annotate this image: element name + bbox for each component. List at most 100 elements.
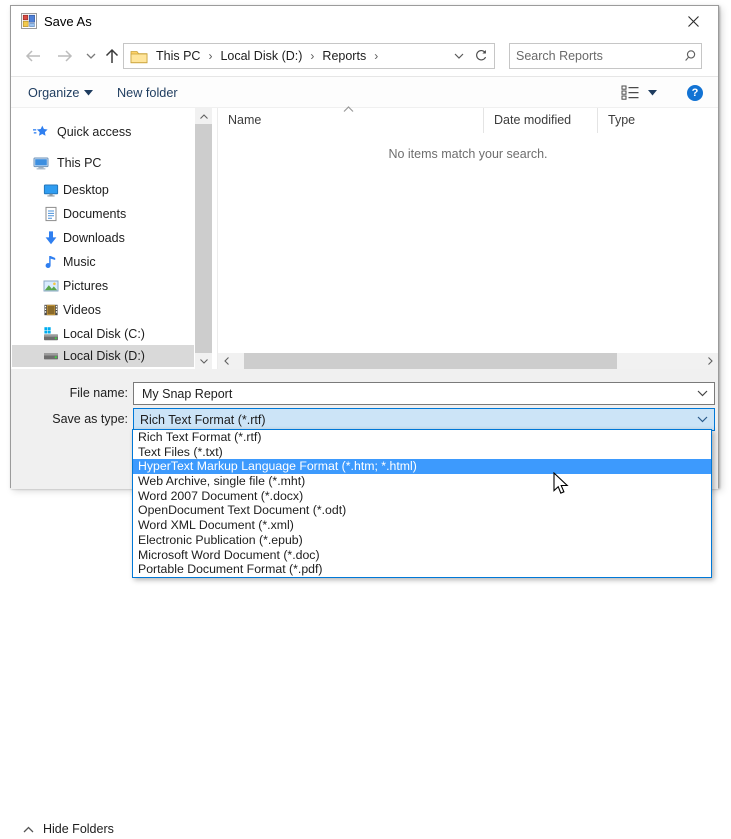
- sidebar-item-music[interactable]: Music: [12, 251, 194, 273]
- file-type-option[interactable]: Text Files (*.txt): [133, 445, 711, 460]
- sidebar-item-label: Desktop: [63, 183, 109, 197]
- breadcrumb-item[interactable]: Local Disk (D:): [218, 49, 304, 63]
- sidebar-item-this-pc[interactable]: This PC: [12, 152, 194, 174]
- search-icon[interactable]: [679, 49, 701, 63]
- sidebar-item-label: Local Disk (C:): [63, 327, 145, 341]
- up-arrow-icon: [105, 48, 119, 63]
- pictures-icon: [43, 278, 59, 294]
- sidebar-item-downloads[interactable]: Downloads: [12, 227, 194, 249]
- new-folder-button[interactable]: New folder: [117, 77, 178, 108]
- file-name-input[interactable]: [140, 385, 697, 402]
- close-button[interactable]: [676, 8, 710, 34]
- chevron-down-icon[interactable]: [697, 416, 708, 423]
- organize-button[interactable]: Organize: [28, 77, 94, 108]
- file-type-option[interactable]: Electronic Publication (*.epub): [133, 533, 711, 548]
- refresh-button[interactable]: [468, 43, 495, 69]
- desktop-icon: [43, 182, 59, 198]
- history-dropdown-button[interactable]: [85, 52, 97, 61]
- column-header-date-modified[interactable]: Date modified: [484, 108, 598, 133]
- breadcrumb-separator[interactable]: ›: [202, 49, 218, 63]
- views-button[interactable]: [621, 77, 640, 108]
- navigation-bar: This PC › Local Disk (D:) › Reports ›: [11, 36, 718, 76]
- sidebar-item-quick-access[interactable]: Quick access: [12, 121, 194, 143]
- breadcrumb-item[interactable]: Reports: [320, 49, 368, 63]
- sidebar-item-label: Downloads: [63, 231, 125, 245]
- quick-access-icon: [33, 124, 49, 140]
- refresh-icon: [476, 50, 487, 61]
- window-title: Save As: [44, 14, 92, 29]
- sidebar-item-documents[interactable]: Documents: [12, 203, 194, 225]
- help-button[interactable]: ?: [687, 77, 703, 108]
- chevron-left-icon: [223, 357, 229, 365]
- new-folder-label: New folder: [117, 85, 178, 100]
- sidebar-item-label: Pictures: [63, 279, 109, 293]
- file-type-option[interactable]: Word 2007 Document (*.docx): [133, 489, 711, 504]
- scroll-left-button[interactable]: [218, 353, 234, 369]
- sidebar-item-label: Local Disk (D:): [63, 349, 145, 363]
- save-as-type-value: Rich Text Format (*.rtf): [140, 412, 266, 427]
- file-name-combobox[interactable]: [133, 382, 715, 405]
- search-input[interactable]: [510, 49, 679, 63]
- address-bar[interactable]: This PC › Local Disk (D:) › Reports ›: [123, 43, 469, 69]
- forward-button[interactable]: [55, 48, 75, 64]
- scrollbar-thumb[interactable]: [195, 124, 212, 353]
- file-type-dropdown: Rich Text Format (*.rtf) Text Files (*.tx…: [132, 429, 712, 578]
- scroll-up-button[interactable]: [195, 108, 212, 124]
- sidebar-item-videos[interactable]: Videos: [12, 299, 194, 321]
- file-type-option[interactable]: Portable Document Format (*.pdf): [133, 562, 711, 577]
- sidebar-item-label: This PC: [57, 156, 102, 170]
- file-type-option[interactable]: HyperText Markup Language Format (*.htm;…: [133, 459, 711, 475]
- save-as-type-label: Save as type:: [52, 412, 128, 426]
- mouse-cursor: [553, 471, 570, 499]
- file-list-horizontal-scrollbar[interactable]: [218, 353, 718, 369]
- sidebar-scrollbar[interactable]: [195, 108, 212, 369]
- save-as-type-combobox[interactable]: Rich Text Format (*.rtf): [133, 408, 715, 431]
- breadcrumb-separator[interactable]: ›: [368, 49, 384, 63]
- chevron-down-icon: [84, 89, 94, 95]
- sidebar-item-local-disk-d[interactable]: Local Disk (D:): [12, 345, 194, 367]
- search-box: [509, 43, 702, 69]
- back-button[interactable]: [23, 48, 43, 64]
- chevron-down-icon: [648, 89, 657, 95]
- up-button[interactable]: [103, 46, 121, 66]
- column-header-type[interactable]: Type: [598, 108, 718, 133]
- scroll-down-button[interactable]: [195, 353, 212, 369]
- scrollbar-thumb[interactable]: [244, 353, 617, 369]
- scroll-right-button[interactable]: [702, 353, 718, 369]
- chevron-right-icon: [707, 357, 713, 365]
- this-pc-icon: [33, 155, 49, 171]
- chevron-down-icon[interactable]: [697, 390, 708, 397]
- file-type-option[interactable]: Microsoft Word Document (*.doc): [133, 548, 711, 563]
- views-dropdown-button[interactable]: [648, 77, 657, 108]
- hide-folders-label: Hide Folders: [43, 822, 114, 836]
- title-bar: Save As: [11, 6, 718, 36]
- command-toolbar: Organize New folder ?: [11, 76, 718, 108]
- organize-label: Organize: [28, 85, 80, 100]
- sidebar-item-label: Music: [63, 255, 96, 269]
- breadcrumb: This PC › Local Disk (D:) › Reports ›: [154, 49, 454, 63]
- chevron-down-icon: [86, 53, 96, 59]
- chevron-down-icon: [454, 53, 464, 59]
- documents-icon: [43, 206, 59, 222]
- videos-icon: [43, 302, 59, 318]
- folder-icon: [130, 49, 148, 64]
- forward-arrow-icon: [58, 50, 73, 62]
- breadcrumb-item[interactable]: This PC: [154, 49, 202, 63]
- downloads-icon: [43, 230, 59, 246]
- sidebar-item-desktop[interactable]: Desktop: [12, 179, 194, 201]
- sort-ascending-icon[interactable]: [343, 102, 354, 116]
- breadcrumb-separator[interactable]: ›: [304, 49, 320, 63]
- sidebar-item-pictures[interactable]: Pictures: [12, 275, 194, 297]
- file-type-option[interactable]: Word XML Document (*.xml): [133, 518, 711, 533]
- file-type-option[interactable]: Rich Text Format (*.rtf): [133, 430, 711, 445]
- app-icon: [21, 13, 37, 29]
- sidebar-item-label: Videos: [63, 303, 101, 317]
- drive-d-icon: [43, 348, 59, 364]
- hide-folders-button[interactable]: Hide Folders: [23, 819, 114, 839]
- file-type-option[interactable]: Web Archive, single file (*.mht): [133, 474, 711, 489]
- address-dropdown-button[interactable]: [454, 49, 464, 63]
- file-type-option[interactable]: OpenDocument Text Document (*.odt): [133, 503, 711, 518]
- music-icon: [43, 254, 59, 270]
- drive-c-icon: [43, 326, 59, 342]
- sidebar-item-local-disk-c[interactable]: Local Disk (C:): [12, 323, 194, 345]
